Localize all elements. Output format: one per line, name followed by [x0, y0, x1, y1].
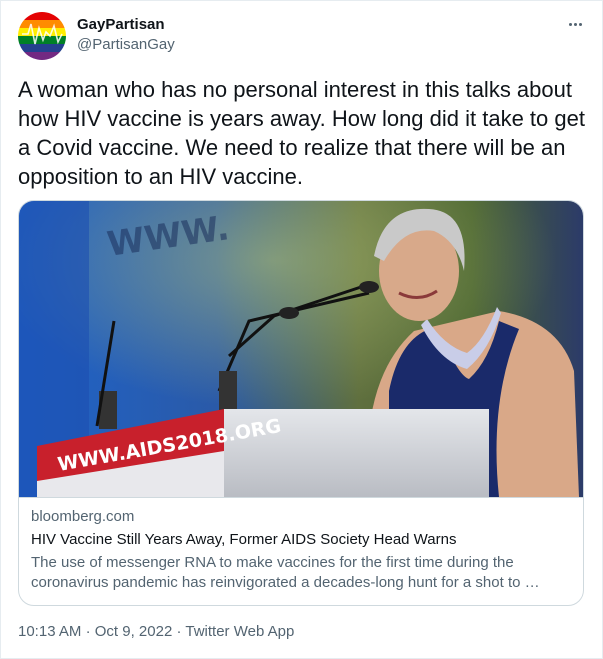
timestamp-time[interactable]: 10:13 AM	[18, 623, 81, 640]
display-name[interactable]: GayPartisan	[77, 16, 165, 33]
tweet-meta: 10:13 AM · Oct 9, 2022 · Twitter Web App	[18, 623, 294, 640]
user-handle[interactable]: @PartisanGay	[77, 36, 175, 53]
more-options-button[interactable]	[563, 12, 587, 36]
card-description: The use of messenger RNA to make vaccine…	[31, 554, 540, 591]
tweet: GayPartisan @PartisanGay A woman who has…	[0, 0, 603, 659]
card-photo: WWW. WWW.AIDS2018.ORG	[19, 201, 583, 497]
meta-separator: ·	[85, 623, 91, 640]
card-title: HIV Vaccine Still Years Away, Former AID…	[31, 531, 457, 548]
timestamp-date[interactable]: Oct 9, 2022	[95, 623, 173, 640]
tweet-source: Twitter Web App	[185, 623, 295, 640]
card-body[interactable]: bloomberg.com HIV Vaccine Still Years Aw…	[19, 497, 583, 605]
link-card[interactable]: WWW. WWW.AIDS2018.ORG bloomberg.com HIV …	[18, 200, 584, 606]
more-horizontal-icon	[568, 22, 572, 26]
card-image[interactable]: WWW. WWW.AIDS2018.ORG	[19, 201, 583, 497]
rainbow-flag-avatar-icon	[18, 12, 66, 60]
avatar[interactable]	[18, 12, 66, 60]
tweet-text: A woman who has no personal interest in …	[18, 77, 585, 189]
card-domain: bloomberg.com	[31, 508, 135, 525]
meta-separator-2: ·	[176, 623, 182, 640]
